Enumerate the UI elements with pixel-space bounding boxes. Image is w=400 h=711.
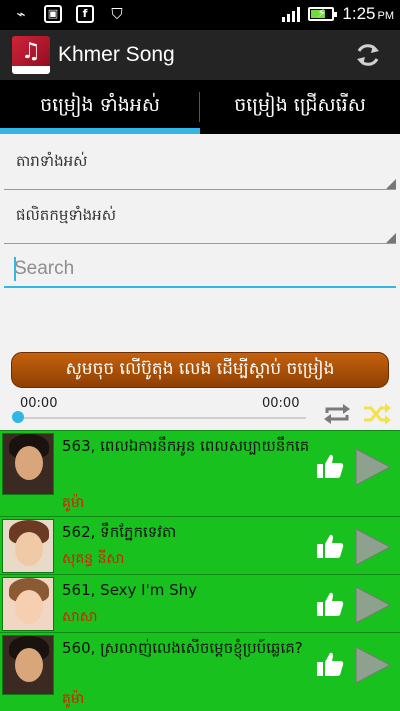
usb-icon: ⌁ bbox=[16, 5, 26, 23]
dropdown-arrow-icon bbox=[386, 179, 396, 189]
song-row[interactable]: 561, Sexy I'm Shy សាសា bbox=[0, 574, 400, 632]
dropdown-arrow-icon bbox=[386, 233, 396, 243]
song-title: 560, ស្រលាញ់លេងសើចម្ដេចខ្ញុំប្រប៍ឆ្លេគេ? bbox=[62, 639, 303, 657]
producer-dropdown[interactable]: ផលិតកម្មទាំងអស់ bbox=[4, 192, 396, 244]
tab-selected-songs[interactable]: ចម្រៀង ជ្រើសរើស bbox=[200, 80, 400, 134]
song-row[interactable]: 560, ស្រលាញ់លេងសើចម្ដេចខ្ញុំប្រប៍ឆ្លេគេ?… bbox=[0, 632, 400, 711]
artist-avatar bbox=[2, 577, 54, 631]
tab-all-songs[interactable]: ចម្រៀង ទាំងអស់ bbox=[0, 80, 200, 134]
artist-avatar bbox=[2, 433, 54, 495]
play-icon[interactable] bbox=[352, 645, 392, 685]
signal-icon bbox=[282, 6, 301, 22]
song-row[interactable]: 562, ទឹកភ្នែកទេវតា សុគន្ធ នីសា bbox=[0, 516, 400, 574]
status-bar: ⌁ ▣ f ⛉ ⚡ 1:25 PM bbox=[0, 0, 400, 30]
text-cursor bbox=[14, 257, 16, 281]
seek-thumb[interactable] bbox=[12, 411, 24, 423]
like-thumbs-up-icon[interactable] bbox=[316, 651, 344, 677]
audio-player: 00:00 00:00 bbox=[0, 390, 400, 430]
like-thumbs-up-icon[interactable] bbox=[316, 533, 344, 559]
current-time: 00:00 bbox=[20, 396, 58, 411]
refresh-icon[interactable] bbox=[354, 41, 382, 69]
battery-icon: ⚡ bbox=[308, 6, 338, 21]
app-logo-icon[interactable]: ♫ bbox=[12, 36, 50, 74]
facebook-icon: f bbox=[76, 5, 94, 23]
singer-dropdown[interactable]: តារាទាំងអស់ bbox=[4, 138, 396, 190]
shuffle-icon[interactable] bbox=[362, 401, 392, 427]
like-thumbs-up-icon[interactable] bbox=[316, 591, 344, 617]
repeat-icon[interactable] bbox=[322, 401, 352, 427]
play-icon[interactable] bbox=[352, 585, 392, 625]
producer-dropdown-value: ផលិតកម្មទាំងអស់ bbox=[16, 206, 116, 224]
filter-panel: តារាទាំងអស់ ផលិតកម្មទាំងអស់ សូមចុច លើប៊ូ… bbox=[0, 134, 400, 430]
song-list: 563, ពេលឯការនឹកអូន ពេលសប្បាយនឹកគេ គូម៉ា … bbox=[0, 430, 400, 711]
seek-bar[interactable] bbox=[16, 417, 306, 419]
like-thumbs-up-icon[interactable] bbox=[316, 453, 344, 479]
song-artist: គូម៉ា bbox=[62, 495, 85, 511]
app-title: Khmer Song bbox=[58, 43, 175, 66]
duration: 00:00 bbox=[262, 396, 300, 411]
artist-avatar bbox=[2, 519, 54, 573]
song-title: 562, ទឹកភ្នែកទេវតា bbox=[62, 523, 177, 541]
action-bar: ♫ Khmer Song bbox=[0, 30, 400, 80]
play-icon[interactable] bbox=[352, 527, 392, 567]
shield-icon: ⛉ bbox=[111, 5, 123, 23]
song-row[interactable]: 563, ពេលឯការនឹកអូន ពេលសប្បាយនឹកគេ គូម៉ា bbox=[0, 430, 400, 516]
song-title: 563, ពេលឯការនឹកអូន ពេលសប្បាយនឹកគេ bbox=[62, 437, 310, 455]
tab-bar: ចម្រៀង ទាំងអស់ ចម្រៀង ជ្រើសរើស bbox=[0, 80, 400, 134]
song-artist: សុគន្ធ នីសា bbox=[62, 551, 125, 567]
play-instruction-button[interactable]: សូមចុច លើប៊ូតុង លេង ដើម្បីស្ដាប់ ចម្រៀង bbox=[11, 352, 389, 388]
song-title: 561, Sexy I'm Shy bbox=[62, 581, 198, 599]
singer-dropdown-value: តារាទាំងអស់ bbox=[16, 152, 88, 170]
song-artist: គូម៉ា bbox=[62, 691, 85, 707]
image-icon: ▣ bbox=[44, 5, 62, 23]
search-field[interactable] bbox=[4, 252, 396, 288]
clock: 1:25 PM bbox=[342, 4, 394, 23]
play-icon[interactable] bbox=[352, 447, 392, 487]
search-input[interactable] bbox=[4, 252, 396, 286]
artist-avatar bbox=[2, 635, 54, 695]
song-artist: សាសា bbox=[62, 609, 98, 625]
